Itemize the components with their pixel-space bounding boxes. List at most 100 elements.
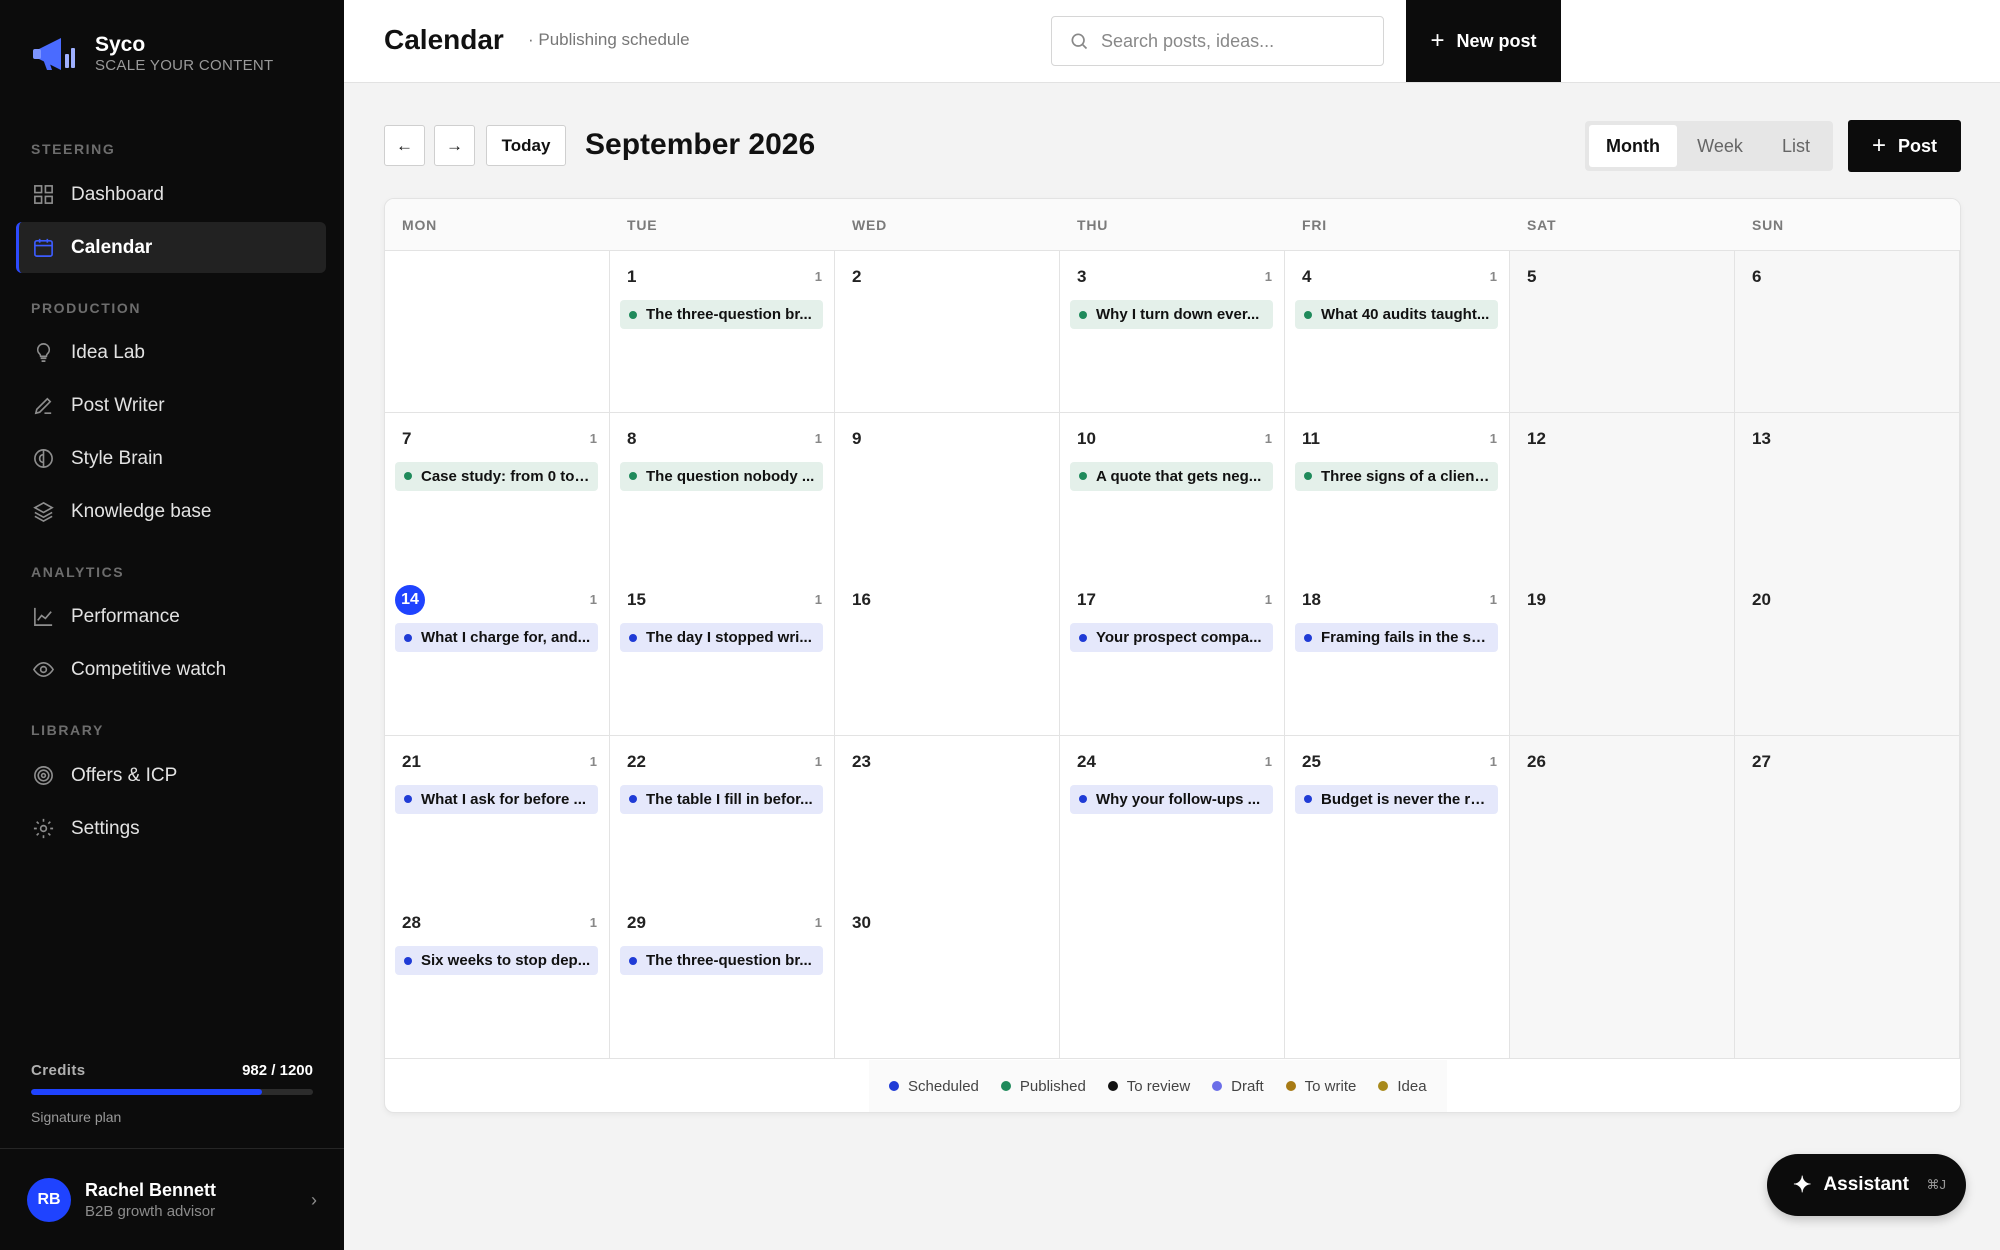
view-toggle: Month Week List xyxy=(1585,121,1833,171)
search-box[interactable] xyxy=(1051,16,1384,66)
day-cell[interactable]: 14 1 What I charge for, and... xyxy=(385,574,610,736)
day-cell[interactable]: 9 xyxy=(835,412,1060,575)
day-cell[interactable]: 13 xyxy=(1735,412,1960,575)
day-cell[interactable]: 29 1 The three-question br... xyxy=(610,897,835,1059)
chart-icon xyxy=(31,605,55,629)
day-cell[interactable]: 26 xyxy=(1510,735,1735,898)
new-post-button[interactable]: + New post xyxy=(1406,0,1561,82)
day-cell[interactable]: 19 xyxy=(1510,574,1735,736)
view-list-tab[interactable]: List xyxy=(1763,125,1829,167)
day-cell[interactable]: 22 1 The table I fill in befor... xyxy=(610,735,835,898)
empty-day-cell xyxy=(385,251,610,413)
day-cell[interactable]: 1 1 The three-question br... xyxy=(610,251,835,413)
day-cell[interactable]: 25 1 Budget is never the re... xyxy=(1285,735,1510,898)
add-post-label: Post xyxy=(1898,135,1938,156)
day-cell[interactable]: 8 1 The question nobody ... xyxy=(610,412,835,575)
post-chip[interactable]: Three signs of a client... xyxy=(1295,461,1498,491)
sidebar-item-style-brain[interactable]: Style Brain xyxy=(16,433,326,484)
day-cell[interactable]: 7 1 Case study: from 0 to ... xyxy=(385,412,610,575)
day-cell[interactable]: 2 xyxy=(835,251,1060,413)
day-cell[interactable]: 23 xyxy=(835,735,1060,898)
day-cell[interactable]: 11 1 Three signs of a client... xyxy=(1285,412,1510,575)
post-chip[interactable]: Case study: from 0 to ... xyxy=(395,461,598,491)
day-cell[interactable]: 21 1 What I ask for before ... xyxy=(385,735,610,898)
day-cell[interactable]: 5 xyxy=(1510,251,1735,413)
calendar-grid: MON TUE WED THU FRI SAT SUN 1 1 The three-questi… xyxy=(384,198,1961,1113)
day-cell[interactable]: 3 1 Why I turn down ever... xyxy=(1060,251,1285,413)
post-chip[interactable]: Framing fails in the sa... xyxy=(1295,623,1498,652)
legend-label: Scheduled xyxy=(908,1077,979,1095)
legend-item: Idea xyxy=(1378,1078,1427,1095)
day-cell[interactable]: 10 1 A quote that gets neg... xyxy=(1060,412,1285,575)
day-cell[interactable]: 17 1 Your prospect compa... xyxy=(1060,574,1285,736)
sidebar-item-calendar[interactable]: Calendar xyxy=(16,222,326,273)
post-chip[interactable]: Six weeks to stop dep... xyxy=(395,946,598,975)
day-number: 26 xyxy=(1527,751,1546,771)
view-week-tab[interactable]: Week xyxy=(1677,125,1763,167)
sidebar-item-idea-lab[interactable]: Idea Lab xyxy=(16,327,326,378)
post-chip[interactable]: Your prospect compa... xyxy=(1070,623,1273,652)
post-chip[interactable]: The day I stopped wri... xyxy=(620,623,823,652)
sidebar-item-performance[interactable]: Performance xyxy=(16,591,326,642)
day-cell[interactable]: 20 xyxy=(1735,574,1960,736)
credits-panel: Credits 982 / 1200 Signature plan xyxy=(31,1062,313,1125)
today-button[interactable]: Today xyxy=(486,125,566,166)
post-chip[interactable]: What I ask for before ... xyxy=(395,784,598,814)
day-cell[interactable]: 12 xyxy=(1510,412,1735,575)
brand[interactable]: Syco SCALE YOUR CONTENT xyxy=(31,32,274,76)
post-count: 1 xyxy=(589,430,597,446)
sidebar-item-label: Performance xyxy=(71,605,180,627)
day-cell[interactable]: 24 1 Why your follow-ups ... xyxy=(1060,735,1285,898)
add-post-button[interactable]: + Post xyxy=(1848,120,1961,172)
day-cell[interactable]: 15 1 The day I stopped wri... xyxy=(610,574,835,736)
legend-dot xyxy=(889,1081,899,1091)
nav-section-analytics: ANALYTICS xyxy=(31,564,125,580)
sidebar-item-knowledge-base[interactable]: Knowledge base xyxy=(16,486,326,537)
day-cell[interactable]: 18 1 Framing fails in the sa... xyxy=(1285,574,1510,736)
sidebar-item-dashboard[interactable]: Dashboard xyxy=(16,169,326,220)
next-month-button[interactable]: → xyxy=(434,125,475,166)
post-chip[interactable]: The three-question br... xyxy=(620,946,823,975)
weekday-label: SUN xyxy=(1752,217,1784,233)
day-cell[interactable]: 16 xyxy=(835,574,1060,736)
prev-month-button[interactable]: ← xyxy=(384,125,425,166)
user-menu[interactable]: RB Rachel Bennett B2B growth advisor › xyxy=(27,1177,317,1223)
post-chip[interactable]: The table I fill in befor... xyxy=(620,784,823,814)
sidebar-item-offers-icp[interactable]: Offers & ICP xyxy=(16,750,326,801)
post-count: 1 xyxy=(589,592,597,607)
post-chip[interactable]: What I charge for, and... xyxy=(395,623,598,652)
day-cell[interactable]: 4 1 What 40 audits taught... xyxy=(1285,251,1510,413)
post-chip[interactable]: Budget is never the re... xyxy=(1295,784,1498,814)
weekday-label: TUE xyxy=(627,217,658,233)
post-count: 1 xyxy=(814,269,822,284)
calendar-icon xyxy=(31,236,55,260)
day-number: 24 xyxy=(1077,751,1096,771)
plus-icon: + xyxy=(1430,27,1445,54)
month-title: September 2026 xyxy=(585,128,816,161)
day-cell[interactable]: 30 xyxy=(835,897,1060,1059)
sidebar-item-competitive-watch[interactable]: Competitive watch xyxy=(16,644,326,695)
day-number: 4 xyxy=(1302,267,1312,286)
post-chip[interactable]: Why your follow-ups ... xyxy=(1070,784,1273,814)
day-cell[interactable]: 6 xyxy=(1735,251,1960,413)
post-chip[interactable]: The question nobody ... xyxy=(620,461,823,491)
search-input[interactable] xyxy=(1101,30,1371,52)
status-dot xyxy=(1079,310,1087,319)
sidebar-item-settings[interactable]: Settings xyxy=(16,803,326,854)
day-cell[interactable]: 27 xyxy=(1735,735,1960,898)
sidebar-item-label: Knowledge base xyxy=(71,500,212,522)
empty-day-cell xyxy=(1735,897,1960,1059)
post-chip[interactable]: The three-question br... xyxy=(620,300,823,329)
day-cell[interactable]: 28 1 Six weeks to stop dep... xyxy=(385,897,610,1059)
assistant-button[interactable]: ✦ Assistant ⌘J xyxy=(1767,1154,1966,1216)
post-chip[interactable]: Why I turn down ever... xyxy=(1070,300,1273,329)
view-month-tab[interactable]: Month xyxy=(1589,125,1677,167)
post-chip[interactable]: What 40 audits taught... xyxy=(1295,300,1498,329)
weekday-header: MON TUE WED THU FRI SAT SUN xyxy=(385,199,1960,251)
day-number: 19 xyxy=(1527,590,1546,609)
sidebar-item-post-writer[interactable]: Post Writer xyxy=(16,380,326,431)
post-title: Why I turn down ever... xyxy=(1096,306,1260,323)
user-role: B2B growth advisor xyxy=(85,1203,216,1220)
post-chip[interactable]: A quote that gets neg... xyxy=(1070,461,1273,491)
post-count: 1 xyxy=(589,753,597,769)
